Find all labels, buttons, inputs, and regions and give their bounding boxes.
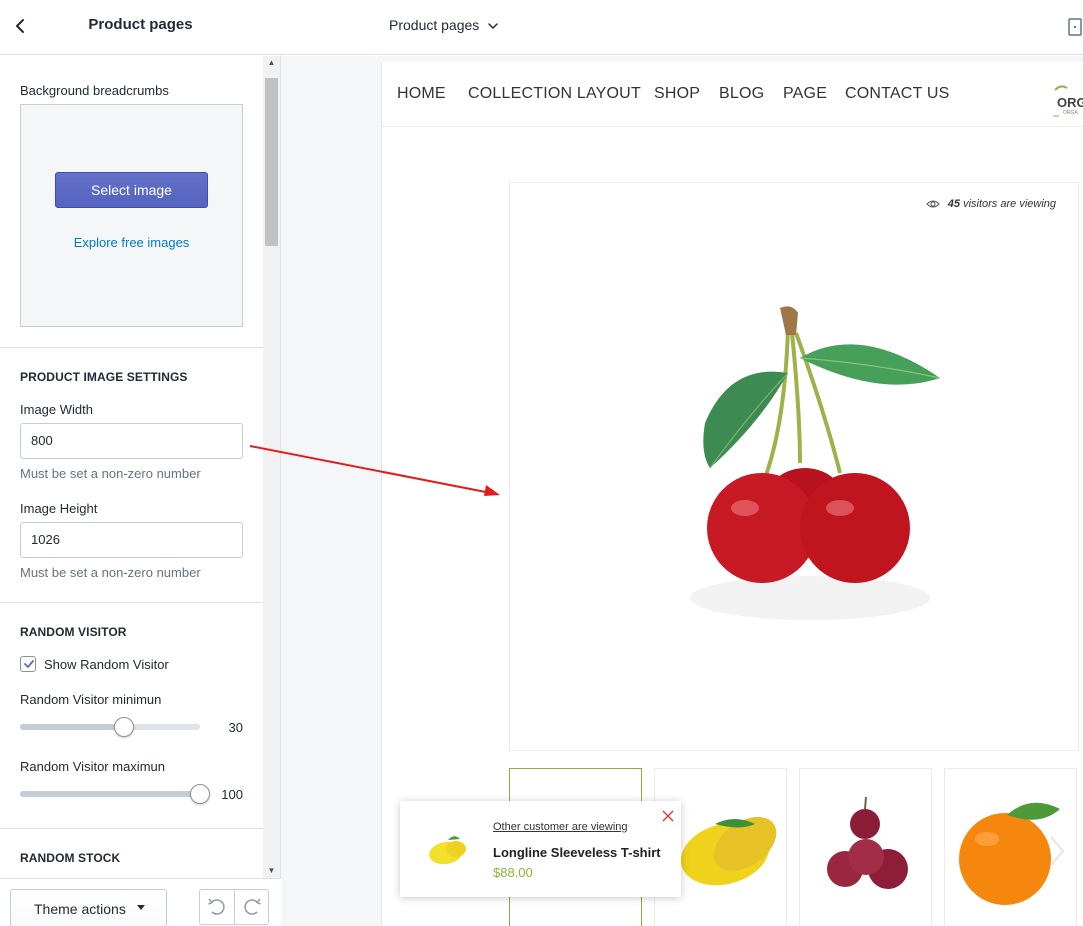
image-height-label: Image Height [20,501,98,516]
nav-item-page[interactable]: PAGE [783,85,827,103]
slider-fill [20,791,200,797]
sidebar-title: Product pages [88,16,193,33]
product-thumbnail-onion[interactable] [799,768,932,926]
scrollbar-thumb[interactable] [265,78,278,246]
chevron-down-icon [488,23,498,30]
visitors-count: 45 [947,198,961,210]
checkmark-icon [24,660,34,668]
nav-item-shop[interactable]: SHOP [654,85,700,103]
image-picker: Select image Explore free images [20,104,243,327]
thumbnail-next-arrow-icon[interactable] [1047,834,1067,868]
page-type-selector[interactable]: Product pages [389,17,499,33]
svg-text:ORGA: ORGA [1063,110,1078,116]
image-width-help: Must be set a non-zero number [20,466,201,481]
show-random-visitor-checkbox[interactable] [20,656,36,672]
eye-icon [925,200,940,208]
undo-icon[interactable] [200,890,234,924]
random-stock-section: RANDOM STOCK [0,829,263,878]
sidebar-header: Product pages [0,0,281,55]
nav-item-contact-us[interactable]: CONTACT US [845,85,950,103]
image-height-help: Must be set a non-zero number [20,565,201,580]
show-random-visitor-label[interactable]: Show Random Visitor [44,657,169,672]
visitors-text: visitors are viewing [963,198,1056,210]
store-logo[interactable]: ORG ORGA [1053,78,1083,118]
scroll-down-arrow-icon[interactable]: ▼ [263,864,280,878]
page-type-selector-label: Product pages [389,17,480,33]
image-height-input[interactable]: 1026 [20,522,243,558]
caret-down-icon [137,905,145,910]
product-main-image[interactable]: 45 visitors are viewing [509,182,1079,751]
store-navigation: HOME COLLECTION LAYOUT SHOP BLOG PAGE CO… [382,62,1083,127]
other-customer-viewing-link[interactable]: Other customer are viewing [493,821,628,833]
theme-editor-sidebar: Product pages Background breadcrumbs Sel… [0,0,281,926]
slider-thumb[interactable] [190,784,210,804]
cherry-product-photo [690,306,940,620]
random-visitor-min-value: 30 [228,720,243,735]
background-breadcrumbs-section: Background breadcrumbs Select image Expl… [0,56,263,348]
select-image-button[interactable]: Select image [55,172,208,208]
image-width-input[interactable]: 800 [20,423,243,459]
close-icon[interactable] [661,809,675,823]
theme-actions-label: Theme actions [34,901,126,917]
random-visitor-heading: RANDOM VISITOR [20,625,127,639]
background-breadcrumbs-label: Background breadcrumbs [20,83,169,98]
sidebar-scroll-area: Background breadcrumbs Select image Expl… [0,56,263,878]
product-image-settings-heading: PRODUCT IMAGE SETTINGS [20,370,188,384]
onion-image [827,796,908,889]
sidebar-footer: Theme actions [0,878,281,926]
lemon-image [429,836,466,865]
random-visitor-max-slider[interactable] [20,784,210,804]
annotation-arrow [249,445,500,496]
redo-icon[interactable] [235,890,269,924]
theme-actions-button[interactable]: Theme actions [10,889,167,926]
undo-redo-group [199,889,269,925]
visitors-viewing-notice: 45 visitors are viewing [925,198,1056,210]
product-image-settings-section: PRODUCT IMAGE SETTINGS Image Width 800 M… [0,348,263,603]
nav-item-blog[interactable]: BLOG [719,85,764,103]
random-visitor-max-value: 100 [221,787,243,802]
image-width-label: Image Width [20,402,93,417]
recent-customer-popup: Other customer are viewing Longline Slee… [400,801,681,897]
slider-fill [20,724,124,730]
slider-thumb[interactable] [114,717,134,737]
random-visitor-min-slider[interactable] [20,717,200,737]
nav-item-home[interactable]: HOME [397,85,446,103]
preview-topbar: Product pages [281,0,1083,55]
explore-free-images-link[interactable]: Explore free images [21,235,242,250]
scroll-up-arrow-icon[interactable]: ▲ [263,56,280,70]
popup-product-price: $88.00 [493,865,533,880]
random-stock-heading: RANDOM STOCK [20,851,121,865]
popup-product-name[interactable]: Longline Sleeveless T-shirt [493,845,661,860]
random-visitor-max-label: Random Visitor maximun [20,759,165,774]
device-preview-icon[interactable] [1068,17,1082,37]
random-visitor-section: RANDOM VISITOR Show Random Visitor Rando… [0,603,263,829]
random-visitor-min-label: Random Visitor minimun [20,692,162,707]
nav-item-collection-layout[interactable]: COLLECTION LAYOUT [468,85,641,103]
svg-text:ORG: ORG [1057,95,1083,110]
